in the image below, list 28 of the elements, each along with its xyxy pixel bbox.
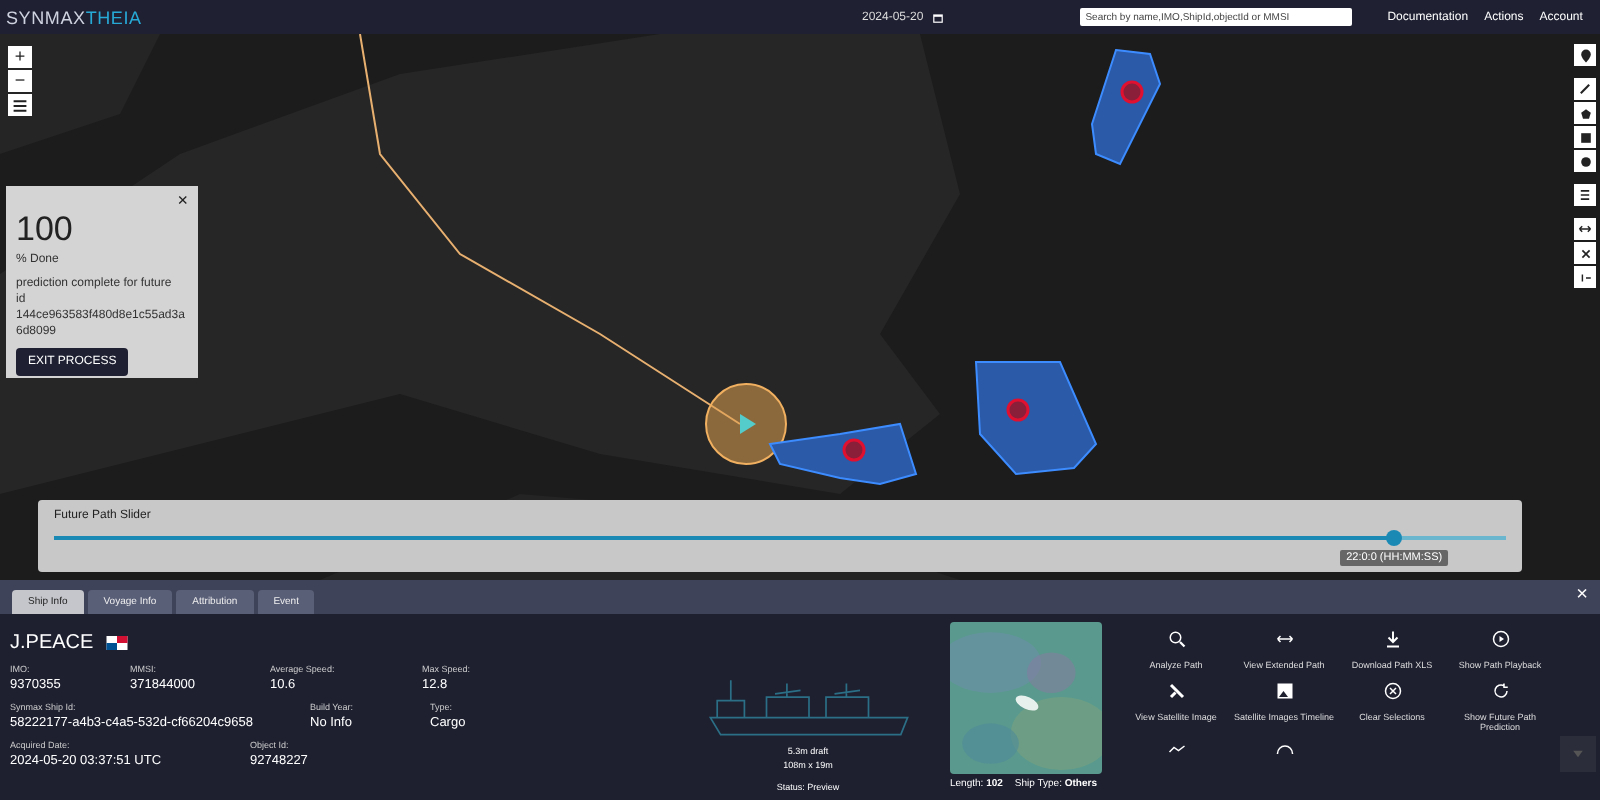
- pin-icon[interactable]: [1574, 44, 1596, 66]
- layers-button[interactable]: [8, 94, 32, 116]
- slider-thumb[interactable]: [1386, 530, 1403, 546]
- logo[interactable]: SYNMAXTHEIA: [6, 7, 246, 27]
- arrows-icon[interactable]: [1574, 218, 1596, 240]
- close-button[interactable]: ×: [1576, 584, 1588, 606]
- refresh-icon: [1491, 682, 1509, 700]
- pencil-icon[interactable]: [1574, 78, 1596, 100]
- chevron-down-icon: [1570, 746, 1586, 762]
- download-icon: [1383, 630, 1401, 648]
- cancel-icon: [1383, 682, 1401, 700]
- calendar-icon[interactable]: [931, 11, 944, 23]
- zoom-button[interactable]: +: [8, 46, 32, 68]
- double-arrow-icon: [1275, 630, 1293, 648]
- magnifier-icon: [1167, 630, 1185, 648]
- ship-name: J.PEACE: [10, 632, 94, 654]
- line-chart-icon[interactable]: [1167, 744, 1185, 754]
- close-icon[interactable]: [1574, 242, 1596, 264]
- close-button[interactable]: ×: [177, 190, 188, 210]
- zoom-button[interactable]: −: [8, 70, 32, 92]
- list-icon[interactable]: [1574, 184, 1596, 206]
- circle-icon[interactable]: [1574, 150, 1596, 172]
- image-icon: [1275, 682, 1293, 700]
- flag-icon: [105, 636, 128, 650]
- play-icon: [1491, 630, 1509, 648]
- square-icon[interactable]: [1574, 126, 1596, 148]
- progress-value: 100: [16, 210, 75, 250]
- pentagon-icon[interactable]: [1574, 102, 1596, 124]
